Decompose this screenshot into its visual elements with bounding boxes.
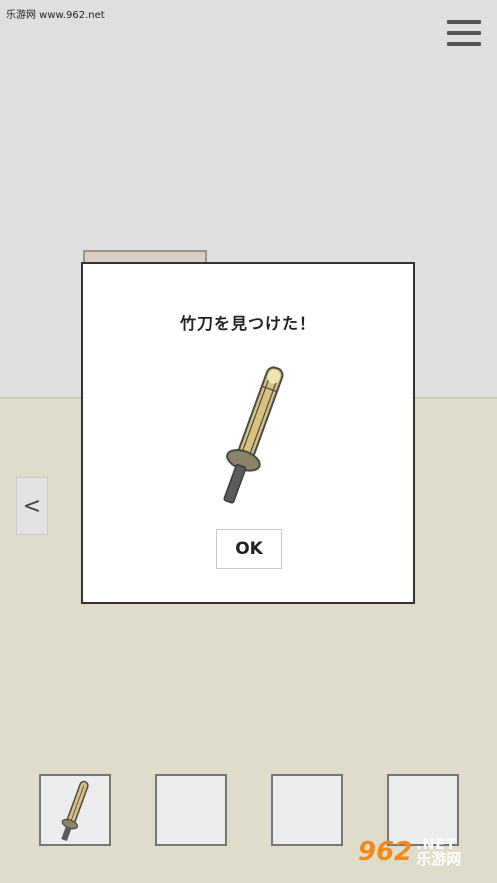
hamburger-menu-icon[interactable] — [447, 20, 481, 46]
menu-bar — [447, 20, 481, 24]
bamboo-sword-icon — [223, 366, 284, 504]
item-found-dialog: 竹刀を見つけた！ OK — [81, 262, 415, 604]
inventory-slot-4[interactable] — [387, 774, 459, 846]
watermark-top-text: 乐游网 www.962.net — [6, 10, 105, 21]
menu-bar — [447, 31, 481, 35]
inventory-slot-3[interactable] — [271, 774, 343, 846]
nav-left-button[interactable]: < — [16, 477, 48, 535]
dialog-title: 竹刀を見つけた！ — [179, 314, 316, 333]
inventory-slot-2[interactable] — [155, 774, 227, 846]
inventory-slot-1[interactable] — [39, 774, 111, 846]
menu-bar — [447, 42, 481, 46]
bamboo-sword-icon — [61, 780, 89, 841]
ok-button[interactable]: OK — [216, 529, 282, 569]
